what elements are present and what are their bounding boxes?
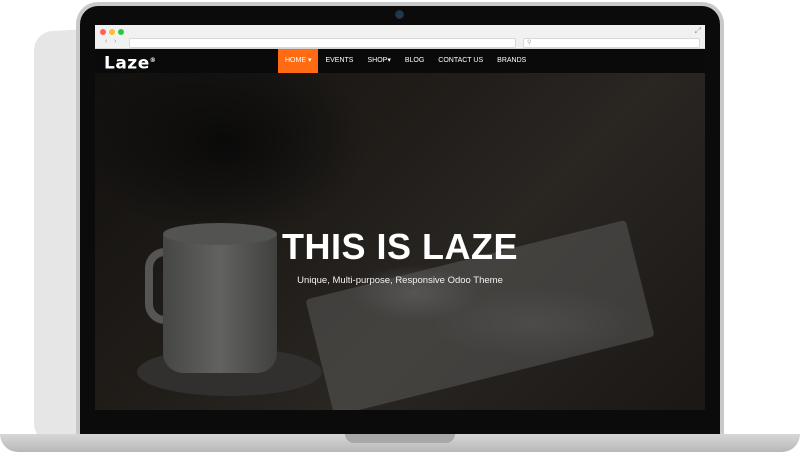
search-icon: ⚲ — [527, 40, 532, 46]
hero-banner: THIS IS LAZE Unique, Multi-purpose, Resp… — [95, 73, 705, 410]
site-logo[interactable]: Laze® — [104, 51, 156, 74]
minimize-window-button[interactable] — [109, 29, 115, 35]
forward-arrow-icon[interactable]: › — [114, 38, 116, 46]
browser-search-input[interactable]: ⚲ — [523, 38, 700, 48]
site-navbar: Laze® HOME ▾ EVENTS SHOP▾ BLOG CONTACT U… — [95, 49, 705, 74]
hero-subtitle: Unique, Multi-purpose, Responsive Odoo T… — [297, 275, 503, 286]
nav-item-blog[interactable]: BLOG — [398, 49, 431, 73]
logo-text: Laze — [104, 53, 150, 74]
webcam-icon — [396, 11, 403, 18]
nav-item-events[interactable]: EVENTS — [318, 49, 360, 73]
browser-chrome: ‹ › ⚲ ⤢ — [95, 25, 705, 49]
nav-item-shop[interactable]: SHOP▾ — [360, 49, 397, 73]
address-bar[interactable] — [129, 38, 516, 48]
laptop-notch — [345, 434, 455, 443]
fullscreen-icon[interactable]: ⤢ — [695, 27, 701, 35]
close-window-button[interactable] — [100, 29, 106, 35]
back-arrow-icon[interactable]: ‹ — [105, 38, 107, 46]
nav-item-contact-us[interactable]: CONTACT US — [431, 49, 490, 73]
maximize-window-button[interactable] — [118, 29, 124, 35]
main-menu: HOME ▾ EVENTS SHOP▾ BLOG CONTACT US BRAN… — [278, 49, 533, 73]
hero-title: THIS IS LAZE — [281, 226, 518, 267]
laptop-screen: ‹ › ⚲ ⤢ Laze® HOME ▾ EVENTS SHOP▾ BLOG C… — [95, 25, 705, 410]
nav-item-home[interactable]: HOME ▾ — [278, 49, 319, 73]
logo-mark: ® — [149, 57, 157, 64]
nav-item-brands[interactable]: BRANDS — [490, 49, 533, 73]
